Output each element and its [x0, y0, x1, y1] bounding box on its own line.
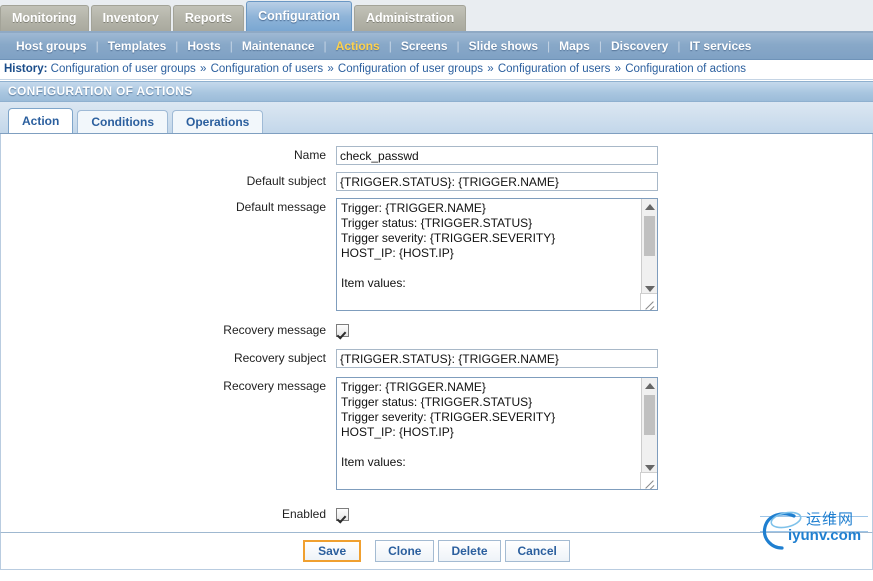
recovery-message-control: Trigger: {TRIGGER.NAME} Trigger status: … [336, 377, 872, 490]
sub-menu-separator: | [95, 39, 99, 53]
resize-grip-icon[interactable] [640, 293, 657, 310]
sub-menu-item-hosts[interactable]: Hosts [178, 39, 229, 53]
recovery-subject-control [336, 349, 872, 368]
main-menu-item-inventory[interactable]: Inventory [90, 5, 171, 31]
default-message-scrollbar[interactable] [641, 199, 657, 296]
tab-conditions[interactable]: Conditions [77, 110, 168, 133]
sub-menu-separator: | [229, 39, 233, 53]
sub-menu-item-slide-shows[interactable]: Slide shows [460, 39, 547, 53]
scroll-up-icon[interactable] [642, 199, 657, 214]
breadcrumb-item-1[interactable]: Configuration of users [211, 63, 324, 75]
sub-menu-separator: | [175, 39, 179, 53]
recovery-message-checkbox[interactable] [336, 324, 349, 337]
breadcrumb-item-0[interactable]: Configuration of user groups [51, 63, 196, 75]
main-menu-label: Inventory [102, 11, 159, 25]
main-menu-label: Administration [366, 11, 455, 25]
sub-menu-item-actions[interactable]: Actions [327, 39, 389, 53]
recovery-subject-input[interactable] [336, 349, 658, 368]
default-subject-label: Default subject [246, 174, 326, 188]
sub-menu-separator: | [677, 39, 681, 53]
field-row-enabled: Enabled [1, 505, 872, 524]
tab-label: Conditions [91, 115, 154, 129]
sub-menu-separator: | [598, 39, 602, 53]
breadcrumb-separator: » [327, 63, 334, 75]
sub-menu-item-screens[interactable]: Screens [392, 39, 457, 53]
form-action-bar: Save Clone Delete Cancel 运维网 iyunv.com [0, 510, 873, 570]
cancel-button[interactable]: Cancel [504, 540, 570, 562]
main-menu-label: Monitoring [12, 11, 77, 25]
save-button[interactable]: Save [303, 540, 362, 562]
field-row-default-subject: Default subject [1, 172, 872, 191]
name-control [336, 146, 872, 165]
main-menu-bar: Monitoring Inventory Reports Configurati… [0, 0, 873, 33]
tab-operations[interactable]: Operations [172, 110, 264, 133]
sub-menu-item-maps[interactable]: Maps [550, 39, 599, 53]
sub-menu-separator: | [323, 39, 327, 53]
sub-menu-item-templates[interactable]: Templates [99, 39, 175, 53]
default-message-control: Trigger: {TRIGGER.NAME} Trigger status: … [336, 198, 872, 311]
page-title: CONFIGURATION OF ACTIONS [0, 81, 873, 102]
recovery-message-toggle-label: Recovery message [223, 323, 326, 337]
main-menu-item-configuration[interactable]: Configuration [246, 1, 353, 31]
secondary-button-group: Clone Delete Cancel [373, 540, 572, 562]
sub-menu-bar: Host groups | Templates | Hosts | Mainte… [0, 33, 873, 60]
sub-menu-separator: | [388, 39, 392, 53]
sub-menu-item-it-services[interactable]: IT services [680, 39, 760, 53]
breadcrumb-item-3[interactable]: Configuration of users [498, 63, 611, 75]
breadcrumb-label: History: [4, 63, 48, 75]
default-message-textarea[interactable]: Trigger: {TRIGGER.NAME} Trigger status: … [336, 198, 658, 311]
tab-label: Operations [186, 115, 250, 129]
clone-button[interactable]: Clone [375, 540, 435, 562]
form-tab-bar: Action Conditions Operations [0, 102, 873, 134]
main-menu-item-reports[interactable]: Reports [172, 5, 245, 31]
enabled-control [336, 505, 872, 521]
breadcrumb-item-2[interactable]: Configuration of user groups [338, 63, 483, 75]
sub-menu-item-host-groups[interactable]: Host groups [7, 39, 96, 53]
scrollbar-thumb[interactable] [644, 395, 655, 435]
recovery-message-label: Recovery message [223, 379, 326, 393]
default-subject-control [336, 172, 872, 191]
recovery-message-text: Trigger: {TRIGGER.NAME} Trigger status: … [341, 380, 556, 469]
breadcrumb-item-4[interactable]: Configuration of actions [625, 63, 746, 75]
tab-action[interactable]: Action [8, 108, 74, 133]
field-row-default-message: Default message Trigger: {TRIGGER.NAME} … [1, 198, 872, 311]
recovery-subject-label: Recovery subject [233, 351, 326, 365]
sub-menu-separator: | [547, 39, 551, 53]
scroll-up-icon[interactable] [642, 378, 657, 393]
default-message-text: Trigger: {TRIGGER.NAME} Trigger status: … [341, 201, 556, 290]
main-menu-item-administration[interactable]: Administration [354, 5, 467, 31]
field-row-recovery-message: Recovery message Trigger: {TRIGGER.NAME}… [1, 377, 872, 490]
scrollbar-thumb[interactable] [644, 216, 655, 256]
field-row-recovery-subject: Recovery subject [1, 349, 872, 368]
recovery-message-textarea[interactable]: Trigger: {TRIGGER.NAME} Trigger status: … [336, 377, 658, 490]
field-row-name: Name [1, 146, 872, 165]
default-message-label: Default message [235, 200, 326, 214]
recovery-message-scrollbar[interactable] [641, 378, 657, 475]
name-input[interactable] [336, 146, 658, 165]
main-menu-item-monitoring[interactable]: Monitoring [0, 5, 89, 31]
main-menu-label: Reports [184, 11, 233, 25]
name-label: Name [293, 148, 326, 162]
delete-button[interactable]: Delete [438, 540, 501, 562]
main-menu-label: Configuration [258, 9, 341, 23]
sub-menu-separator: | [456, 39, 460, 53]
sub-menu-item-maintenance[interactable]: Maintenance [233, 39, 324, 53]
enabled-checkbox[interactable] [336, 508, 349, 521]
breadcrumb-separator: » [614, 63, 621, 75]
tab-label: Action [22, 114, 60, 128]
breadcrumb: History: Configuration of user groups » … [0, 60, 873, 80]
recovery-message-toggle-control [336, 321, 872, 337]
watermark-line-bottom [760, 531, 868, 532]
breadcrumb-separator: » [487, 63, 494, 75]
field-row-recovery-message-toggle: Recovery message [1, 321, 872, 340]
enabled-label: Enabled [281, 507, 326, 521]
resize-grip-icon[interactable] [640, 472, 657, 489]
default-subject-input[interactable] [336, 172, 658, 191]
breadcrumb-separator: » [199, 63, 207, 75]
action-form: Name Default subject Default message Tri… [0, 134, 873, 532]
sub-menu-item-discovery[interactable]: Discovery [602, 39, 677, 53]
main-menu-tabs: Monitoring Inventory Reports Configurati… [0, 0, 468, 31]
